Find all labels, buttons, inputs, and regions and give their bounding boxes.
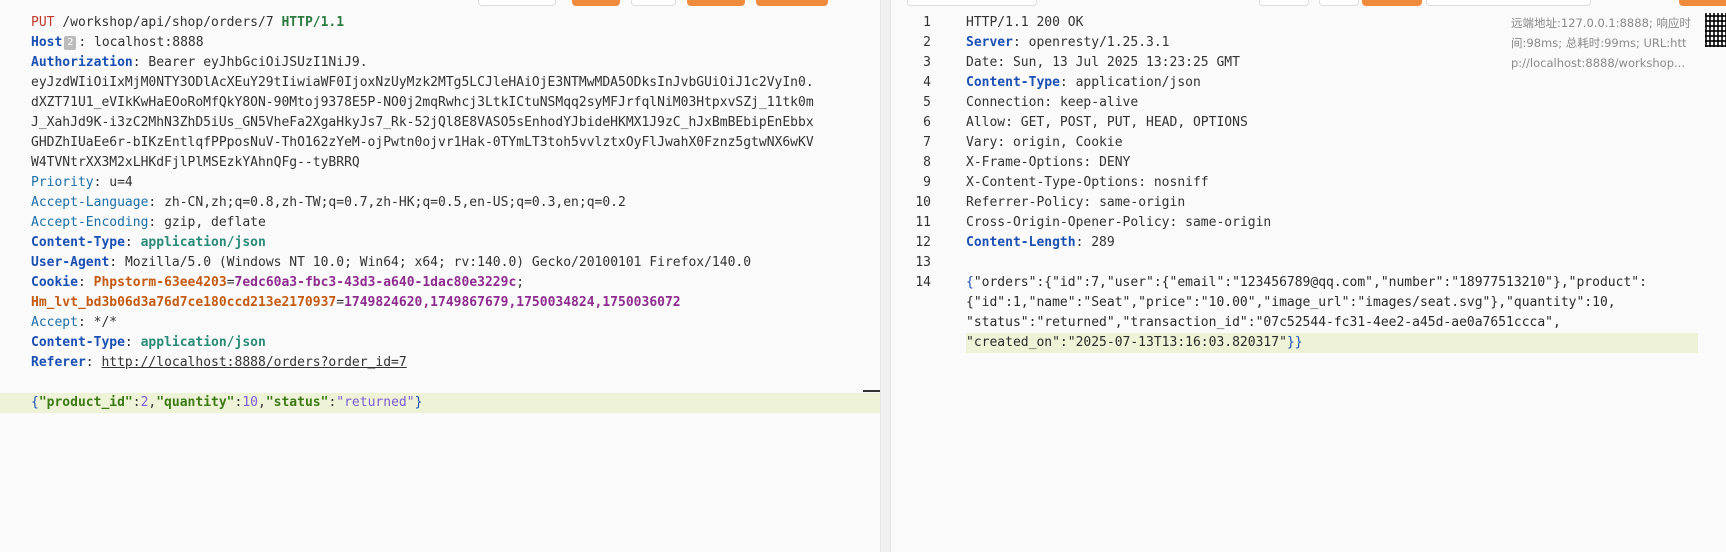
response-header: Allow: GET, POST, PUT, HEAD, OPTIONS: [966, 115, 1248, 130]
http-method: PUT: [31, 15, 55, 30]
header-key: Allow: [966, 115, 1006, 130]
text-cursor: [863, 390, 880, 392]
auth-token-line: dXZT71U1_eVIkKwHaEOoRoMfQkY8ON-90Mtoj937…: [31, 95, 814, 110]
header-host: Host 2: localhost:8888: [31, 35, 204, 50]
response-header: Vary: origin, Cookie: [966, 135, 1123, 150]
header-value: same-origin: [1099, 195, 1186, 210]
header-value: DENY: [1099, 155, 1131, 170]
cookie-line: Hm_lvt_bd3b06d3a76d7ce180ccd213e2170937=…: [31, 295, 681, 310]
header-accept: Accept: */*: [31, 315, 118, 330]
response-info-panel: 远端地址:127.0.0.1:8888; 响应时 间:98ms; 总耗时:99m…: [1511, 13, 1691, 73]
header-key: Connection: [966, 95, 1045, 110]
info-timing: 间:98ms; 总耗时:99ms; URL:htt: [1511, 36, 1687, 50]
header-content-type: Content-Type: application/json: [31, 335, 266, 350]
toolbar-button-orange[interactable]: [1679, 0, 1726, 6]
duplicate-badge: 2: [64, 36, 77, 50]
header-value: Sun, 13 Jul 2025 13:23:25 GMT: [1012, 55, 1240, 70]
header-authorization: Authorization: Bearer eyJhbGciOiJSUzI1Ni…: [31, 55, 368, 70]
header-content-type: Content-Type: application/json: [31, 235, 266, 250]
header-key: Content-Length: [966, 235, 1076, 250]
response-header: X-Content-Type-Options: nosniff: [966, 175, 1209, 190]
http-version: HTTP/1.1: [281, 15, 345, 30]
header-value: nosniff: [1153, 175, 1209, 190]
response-header: X-Frame-Options: DENY: [966, 155, 1131, 170]
header-key: Date: [966, 55, 998, 70]
toolbar-button-orange[interactable]: [1362, 0, 1422, 6]
toolbar-button-orange[interactable]: [756, 0, 828, 6]
request-path: /workshop/api/shop/orders/7: [62, 15, 274, 30]
toolbar-dropdown[interactable]: [907, 0, 1037, 6]
header-key: Server: [966, 35, 1013, 50]
info-url: p://localhost:8888/workshop...: [1511, 56, 1685, 70]
header-key: Vary: [966, 135, 998, 150]
header-value: GET, POST, PUT, HEAD, OPTIONS: [1020, 115, 1248, 130]
referer-link[interactable]: http://localhost:8888/orders?order_id=7: [101, 355, 406, 370]
header-priority: Priority: u=4: [31, 175, 133, 190]
header-key: X-Content-Type-Options: [966, 175, 1139, 190]
header-user-agent: User-Agent: Mozilla/5.0 (Windows NT 10.0…: [31, 255, 752, 270]
header-key: X-Frame-Options: [966, 155, 1084, 170]
request-line: PUT /workshop/api/shop/orders/7 HTTP/1.1: [31, 13, 880, 33]
header-value: keep-alive: [1059, 95, 1139, 110]
header-key: Cross-Origin-Opener-Policy: [966, 215, 1170, 230]
request-editor[interactable]: PUT /workshop/api/shop/orders/7 HTTP/1.1…: [0, 0, 880, 552]
response-body-line: {"id":1,"name":"Seat","price":"10.00","i…: [966, 295, 1616, 310]
toolbar-button[interactable]: [1319, 0, 1359, 6]
toolbar-button[interactable]: [1259, 0, 1309, 6]
toolbar-button-orange[interactable]: [572, 0, 620, 6]
info-remote-address: 远端地址:127.0.0.1:8888; 响应时: [1511, 16, 1691, 30]
toolbar-button[interactable]: [478, 0, 556, 6]
header-value: same-origin: [1185, 215, 1272, 230]
header-referer: Referer: http://localhost:8888/orders?or…: [31, 355, 407, 370]
response-body-line: "status":"returned","transaction_id":"07…: [966, 315, 1561, 330]
auth-token-line: J_XahJd9K-i3zC2MhN3ZhD5iUs_GN5VheFa2XgaH…: [31, 115, 814, 130]
qr-code-icon[interactable]: [1705, 13, 1726, 47]
header-accept-encoding: Accept-Encoding: gzip, deflate: [31, 215, 266, 230]
response-header: Cross-Origin-Opener-Policy: same-origin: [966, 215, 1272, 230]
header-value: application/json: [1075, 75, 1201, 90]
request-body: {"product_id":2,"quantity":10,"status":"…: [0, 393, 880, 413]
response-header: Content-Length: 289: [966, 235, 1115, 250]
auth-token-line: W4TVNtrXX3M2xLHKdFjlPlMSEzkYAhnQFg--tyBR…: [31, 155, 360, 170]
toolbar-input[interactable]: [1426, 0, 1591, 6]
header-key: Content-Type: [966, 75, 1060, 90]
header-value: 289: [1091, 235, 1115, 250]
response-header: Referrer-Policy: same-origin: [966, 195, 1186, 210]
toolbar-button-orange[interactable]: [687, 0, 745, 6]
response-header: Content-Type: application/json: [966, 75, 1201, 90]
header-accept-language: Accept-Language: zh-CN,zh;q=0.8,zh-TW;q=…: [31, 195, 626, 210]
response-header: Connection: keep-alive: [966, 95, 1139, 110]
auth-token-line: eyJzdWIiOiIxMjM0NTY3ODlAcXEuY29tIiwiaWF0…: [31, 75, 814, 90]
response-body-line: {"orders":{"id":7,"user":{"email":"12345…: [966, 275, 1647, 290]
header-key: Referrer-Policy: [966, 195, 1084, 210]
header-value: openresty/1.25.3.1: [1028, 35, 1170, 50]
auth-token-line: GHDZhIUaEe6r-bIKzEntlqfPPposNuV-ThO162zY…: [31, 135, 814, 150]
header-value: origin, Cookie: [1012, 135, 1123, 150]
response-body-line: "created_on":"2025-07-13T13:16:03.820317…: [966, 335, 1303, 350]
toolbar-button[interactable]: [631, 0, 676, 6]
pane-splitter[interactable]: [880, 0, 891, 552]
header-cookie: Cookie: Phpstorm-63ee4203=7edc60a3-fbc3-…: [31, 275, 532, 290]
